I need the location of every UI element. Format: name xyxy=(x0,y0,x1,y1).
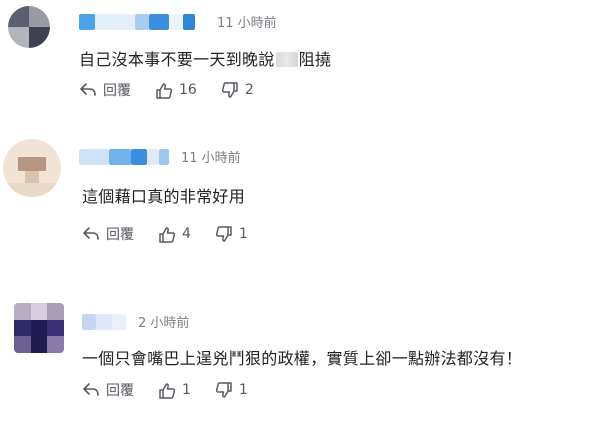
dislike-button[interactable]: 1 xyxy=(215,225,248,243)
like-button[interactable]: 4 xyxy=(158,226,191,243)
like-count: 4 xyxy=(182,226,191,242)
comment-text: 這個藉口真的非常好用 xyxy=(82,187,246,206)
comment-time: 11 小時前 xyxy=(181,151,241,166)
dislike-count: 1 xyxy=(238,382,248,398)
reply-button[interactable]: 回覆 xyxy=(82,380,134,400)
like-count: 16 xyxy=(179,82,197,98)
like-button[interactable]: 16 xyxy=(155,82,197,99)
dislike-button[interactable]: 1 xyxy=(215,381,248,399)
thumbs-down-icon xyxy=(215,381,239,399)
comment-time: 2 小時前 xyxy=(138,316,190,331)
dislike-count: 1 xyxy=(238,226,248,242)
redacted-text xyxy=(275,52,298,67)
avatar[interactable] xyxy=(3,139,61,197)
comment-text: 一個只會嘴巴上逞兇鬥狠的政權，實質上卻一點辦法都沒有！ xyxy=(82,349,523,368)
thumbs-up-icon xyxy=(158,226,182,243)
reply-button[interactable]: 回覆 xyxy=(79,80,131,100)
comment-time: 11 小時前 xyxy=(217,16,277,31)
thumbs-down-icon xyxy=(221,81,245,99)
reply-icon xyxy=(79,82,103,98)
username-redacted[interactable] xyxy=(79,13,207,30)
like-button[interactable]: 1 xyxy=(158,382,191,399)
avatar[interactable] xyxy=(8,6,50,48)
avatar[interactable] xyxy=(14,303,64,353)
comment-text: 自己沒本事不要一天到晚說 阻撓 xyxy=(79,50,332,69)
reply-button[interactable]: 回覆 xyxy=(82,224,134,244)
thumbs-up-icon xyxy=(158,382,182,399)
reply-icon xyxy=(82,382,106,398)
thumbs-up-icon xyxy=(155,82,179,99)
username-redacted[interactable] xyxy=(82,313,128,330)
username-redacted[interactable] xyxy=(79,148,171,165)
like-count: 1 xyxy=(182,382,191,398)
dislike-button[interactable]: 2 xyxy=(221,81,254,99)
dislike-count: 2 xyxy=(244,82,254,98)
reply-icon xyxy=(82,226,106,242)
thumbs-down-icon xyxy=(215,225,239,243)
